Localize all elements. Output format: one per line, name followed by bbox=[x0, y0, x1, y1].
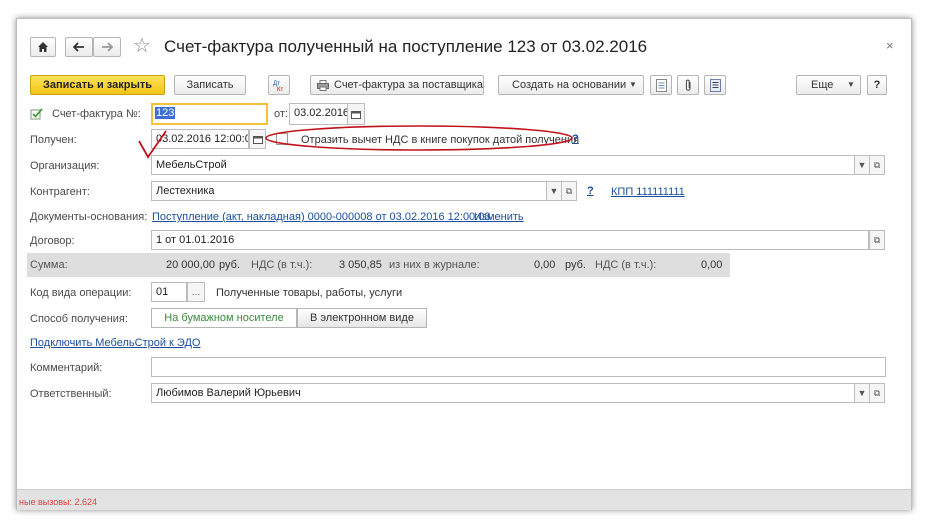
create-based-on-label: Создать на основании bbox=[512, 79, 627, 91]
change-base-documents-link[interactable]: Изменить bbox=[474, 211, 524, 223]
favorite-star-icon[interactable]: ☆ bbox=[133, 33, 151, 58]
dropdown-arrow-icon: ▼ bbox=[629, 80, 637, 89]
sum-currency: руб. bbox=[219, 259, 240, 271]
contractor-help-link[interactable]: ? bbox=[587, 185, 594, 197]
dt-kt-button[interactable]: Дт Кт bbox=[268, 75, 290, 95]
home-icon bbox=[38, 42, 48, 52]
journal-value: 0,00 bbox=[534, 259, 556, 271]
close-icon[interactable]: × bbox=[886, 38, 894, 53]
operation-code-input[interactable]: 01 bbox=[151, 282, 187, 302]
home-button[interactable] bbox=[30, 37, 56, 57]
arrow-right-icon bbox=[102, 42, 113, 52]
vat-value: 3 050,85 bbox=[339, 259, 382, 271]
create-based-on-button[interactable]: Создать на основании ▼ bbox=[498, 75, 644, 95]
vat-label: НДС (в т.ч.): bbox=[251, 259, 313, 271]
date-from-input[interactable]: 03.02.2016 bbox=[289, 103, 348, 125]
responsible-open-button[interactable]: ⧉ bbox=[869, 383, 885, 403]
received-date-input[interactable]: 03.02.2016 12:00:03 bbox=[151, 129, 249, 149]
contract-open-button[interactable]: ⧉ bbox=[869, 230, 885, 250]
connect-edo-link[interactable]: Подключить МебельСтрой к ЭДО bbox=[30, 337, 200, 349]
contractor-label: Контрагент: bbox=[30, 186, 90, 198]
vat-deduction-help-link[interactable]: ? bbox=[572, 133, 579, 145]
open-icon: ⧉ bbox=[873, 387, 881, 398]
open-icon: ⧉ bbox=[565, 185, 573, 196]
responsible-input[interactable]: Любимов Валерий Юрьевич bbox=[151, 383, 855, 403]
save-and-close-button[interactable]: Записать и закрыть bbox=[30, 75, 165, 95]
invoice-number-input[interactable]: 123 bbox=[151, 103, 268, 125]
open-icon: ⧉ bbox=[873, 234, 881, 245]
invoice-number-label: Счет-фактура №: bbox=[52, 108, 141, 120]
report-icon bbox=[709, 78, 721, 92]
operation-code-label: Код вида операции: bbox=[30, 287, 132, 299]
organization-dropdown-button[interactable]: ▼ bbox=[854, 155, 870, 175]
kpp-link[interactable]: КПП 111111111 bbox=[611, 186, 685, 198]
base-document-link[interactable]: Поступление (акт, накладная) 0000-000008… bbox=[152, 211, 490, 223]
method-paper-option[interactable]: На бумажном носителе bbox=[151, 308, 297, 328]
more-label: Еще bbox=[811, 79, 834, 91]
dt-kt-icon: ДтКт bbox=[273, 81, 283, 92]
journal-vat-label: НДС (в т.ч.): bbox=[595, 259, 657, 271]
journal-vat-value: 0,00 bbox=[701, 259, 723, 271]
save-button[interactable]: Записать bbox=[174, 75, 246, 95]
received-label: Получен: bbox=[30, 134, 77, 146]
svg-text:Кт: Кт bbox=[277, 87, 283, 92]
base-documents-label: Документы-основания: bbox=[30, 211, 148, 223]
journal-label: из них в журнале: bbox=[389, 259, 480, 271]
dropdown-arrow-icon: ▼ bbox=[857, 388, 867, 398]
calendar-icon bbox=[252, 135, 263, 144]
comment-label: Комментарий: bbox=[30, 362, 103, 374]
dropdown-arrow-icon: ▼ bbox=[847, 80, 855, 89]
invoice-number-value: 123 bbox=[155, 107, 176, 119]
document-posted-icon bbox=[30, 108, 43, 120]
date-from-calendar-button[interactable] bbox=[347, 103, 365, 125]
document-icon bbox=[655, 78, 667, 92]
printer-icon bbox=[317, 79, 329, 91]
operation-code-description: Полученные товары, работы, услуги bbox=[216, 287, 403, 299]
contract-input[interactable]: 1 от 01.01.2016 bbox=[151, 230, 869, 250]
responsible-dropdown-button[interactable]: ▼ bbox=[854, 383, 870, 403]
more-button[interactable]: Еще ▼ bbox=[796, 75, 861, 95]
organization-input[interactable]: МебельСтрой bbox=[151, 155, 855, 175]
back-button[interactable] bbox=[65, 37, 93, 57]
comment-input[interactable] bbox=[151, 357, 886, 377]
calendar-icon bbox=[351, 110, 361, 119]
forward-button[interactable] bbox=[93, 37, 121, 57]
journal-currency: руб. bbox=[565, 259, 586, 271]
responsible-label: Ответственный: bbox=[30, 388, 112, 400]
vat-deduction-checkbox-label[interactable]: Отразить вычет НДС в книге покупок датой… bbox=[301, 134, 579, 146]
open-icon: ⧉ bbox=[873, 159, 881, 170]
arrow-left-icon bbox=[73, 42, 84, 52]
contract-label: Договор: bbox=[30, 235, 75, 247]
attachments-button[interactable] bbox=[677, 75, 699, 95]
contractor-dropdown-button[interactable]: ▼ bbox=[546, 181, 562, 201]
help-button[interactable]: ? bbox=[867, 75, 887, 95]
dropdown-arrow-icon: ▼ bbox=[857, 160, 867, 170]
server-calls-indicator: ные вызовы: 2.624 bbox=[19, 497, 97, 507]
received-calendar-button[interactable] bbox=[249, 129, 266, 149]
print-invoice-label: Счет-фактура за поставщика bbox=[334, 79, 483, 91]
window-title: Счет-фактура полученный на поступление 1… bbox=[164, 37, 648, 56]
sum-value: 20 000,00 bbox=[166, 259, 215, 271]
receive-method-label: Способ получения: bbox=[30, 313, 128, 325]
contractor-input[interactable]: Лестехника bbox=[151, 181, 547, 201]
print-invoice-button[interactable]: Счет-фактура за поставщика bbox=[310, 75, 484, 95]
paperclip-icon bbox=[685, 79, 690, 91]
status-bar bbox=[17, 489, 911, 510]
organization-open-button[interactable]: ⧉ bbox=[869, 155, 885, 175]
sum-label: Сумма: bbox=[30, 259, 68, 271]
attach-document-button[interactable] bbox=[650, 75, 672, 95]
vat-deduction-checkbox[interactable] bbox=[276, 133, 288, 145]
list-report-button[interactable] bbox=[704, 75, 726, 95]
contractor-open-button[interactable]: ⧉ bbox=[561, 181, 577, 201]
dropdown-arrow-icon: ▼ bbox=[549, 186, 559, 196]
date-from-label: от: bbox=[274, 108, 288, 120]
method-electronic-option[interactable]: В электронном виде bbox=[297, 308, 427, 328]
operation-code-select-button[interactable]: … bbox=[187, 282, 205, 302]
ellipsis-icon: … bbox=[191, 287, 201, 297]
organization-label: Организация: bbox=[30, 160, 100, 172]
